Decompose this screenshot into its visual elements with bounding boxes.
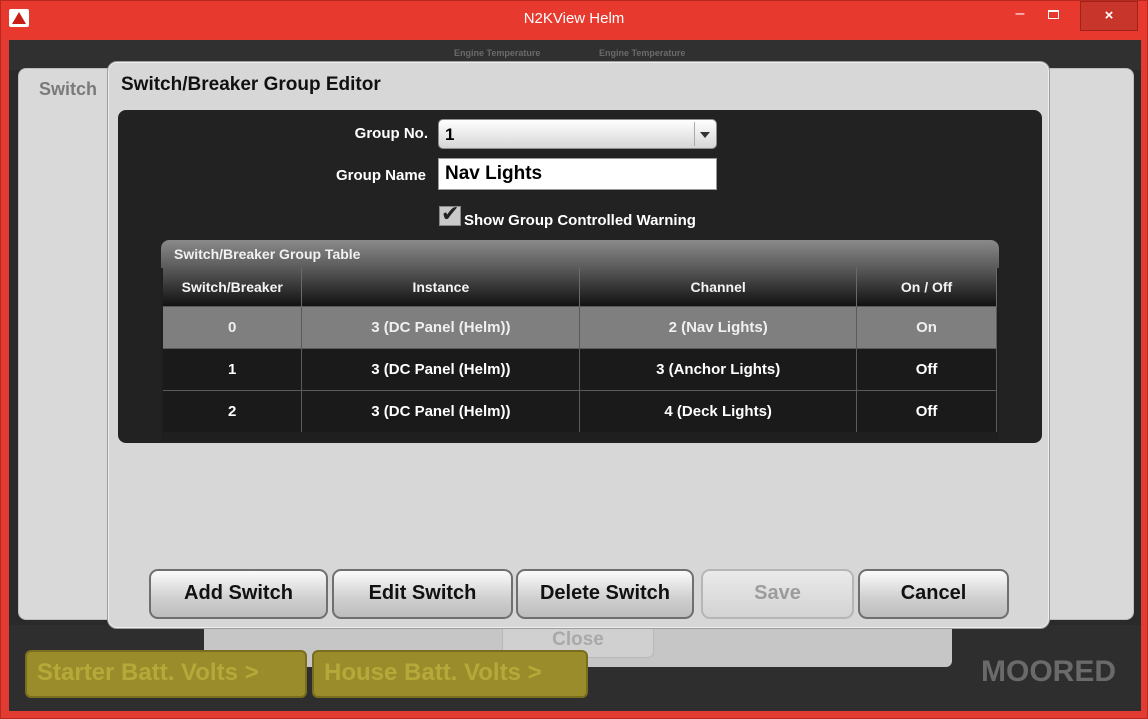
table-row[interactable]: 1 3 (DC Panel (Helm)) 3 (Anchor Lights) …	[163, 347, 997, 390]
cancel-button[interactable]: Cancel	[858, 569, 1009, 619]
house-batt-tile[interactable]: House Batt. Volts >	[312, 650, 588, 698]
add-switch-button[interactable]: Add Switch	[149, 569, 328, 619]
ghost-label-1: Engine Temperature	[454, 48, 541, 58]
col-header-switch[interactable]: Switch/Breaker	[163, 268, 303, 306]
starter-batt-tile[interactable]: Starter Batt. Volts >	[25, 650, 307, 698]
ghost-label-2: Engine Temperature	[599, 48, 686, 58]
cell-switch: 2	[163, 389, 303, 432]
chevron-down-icon[interactable]	[694, 122, 714, 146]
dialog-title: Switch/Breaker Group Editor	[121, 74, 381, 95]
group-no-select[interactable]: 1	[438, 119, 717, 149]
table-row[interactable]: 2 3 (DC Panel (Helm)) 4 (Deck Lights) Of…	[163, 389, 997, 432]
cell-onoff: Off	[856, 347, 997, 390]
app-window: N2KView Helm – × Engine Temperature Engi…	[0, 0, 1148, 719]
cell-channel: 2 (Nav Lights)	[579, 305, 858, 348]
cell-onoff: Off	[856, 389, 997, 432]
window-title: N2KView Helm	[523, 10, 625, 27]
cell-instance: 3 (DC Panel (Helm))	[301, 389, 581, 432]
title-bar: N2KView Helm – ×	[1, 1, 1147, 39]
group-no-label: Group No.	[354, 125, 428, 142]
maximize-button[interactable]	[1035, 1, 1071, 31]
status-label: MOORED	[981, 655, 1116, 688]
save-button[interactable]: Save	[701, 569, 854, 619]
group-name-label: Group Name	[335, 167, 426, 184]
cell-switch: 1	[163, 347, 303, 390]
cell-onoff: On	[856, 305, 997, 348]
group-no-value: 1	[445, 125, 455, 144]
edit-switch-button[interactable]: Edit Switch	[332, 569, 513, 619]
cell-instance: 3 (DC Panel (Helm))	[301, 347, 581, 390]
close-window-button[interactable]: ×	[1080, 1, 1138, 31]
background-panel-title: Switch	[39, 79, 98, 99]
maximize-icon	[1047, 10, 1059, 19]
col-header-channel[interactable]: Channel	[579, 268, 858, 306]
cell-switch: 0	[163, 305, 303, 348]
col-header-instance[interactable]: Instance	[301, 268, 581, 306]
minimize-button[interactable]: –	[1006, 1, 1034, 31]
group-table-grid: Switch/Breaker Instance Channel On / Off…	[163, 268, 997, 432]
table-row[interactable]: 0 3 (DC Panel (Helm)) 2 (Nav Lights) On	[163, 305, 997, 348]
group-table: Switch/Breaker Group Table Switch/Breake…	[161, 240, 999, 441]
delete-switch-button[interactable]: Delete Switch	[516, 569, 694, 619]
cell-channel: 3 (Anchor Lights)	[579, 347, 858, 390]
warning-checkbox[interactable]	[439, 201, 461, 227]
group-table-title: Switch/Breaker Group Table	[161, 240, 999, 268]
group-name-input[interactable]: Nav Lights	[438, 158, 717, 190]
group-editor-dialog: Switch/Breaker Group Editor Group No. 1 …	[107, 61, 1050, 629]
col-header-onoff[interactable]: On / Off	[856, 268, 997, 306]
cell-instance: 3 (DC Panel (Helm))	[301, 305, 581, 348]
cell-channel: 4 (Deck Lights)	[579, 389, 858, 432]
editor-panel: Group No. 1 Group Name Nav Lights Show G…	[118, 110, 1042, 443]
warning-checkbox-label[interactable]: Show Group Controlled Warning	[464, 212, 696, 229]
